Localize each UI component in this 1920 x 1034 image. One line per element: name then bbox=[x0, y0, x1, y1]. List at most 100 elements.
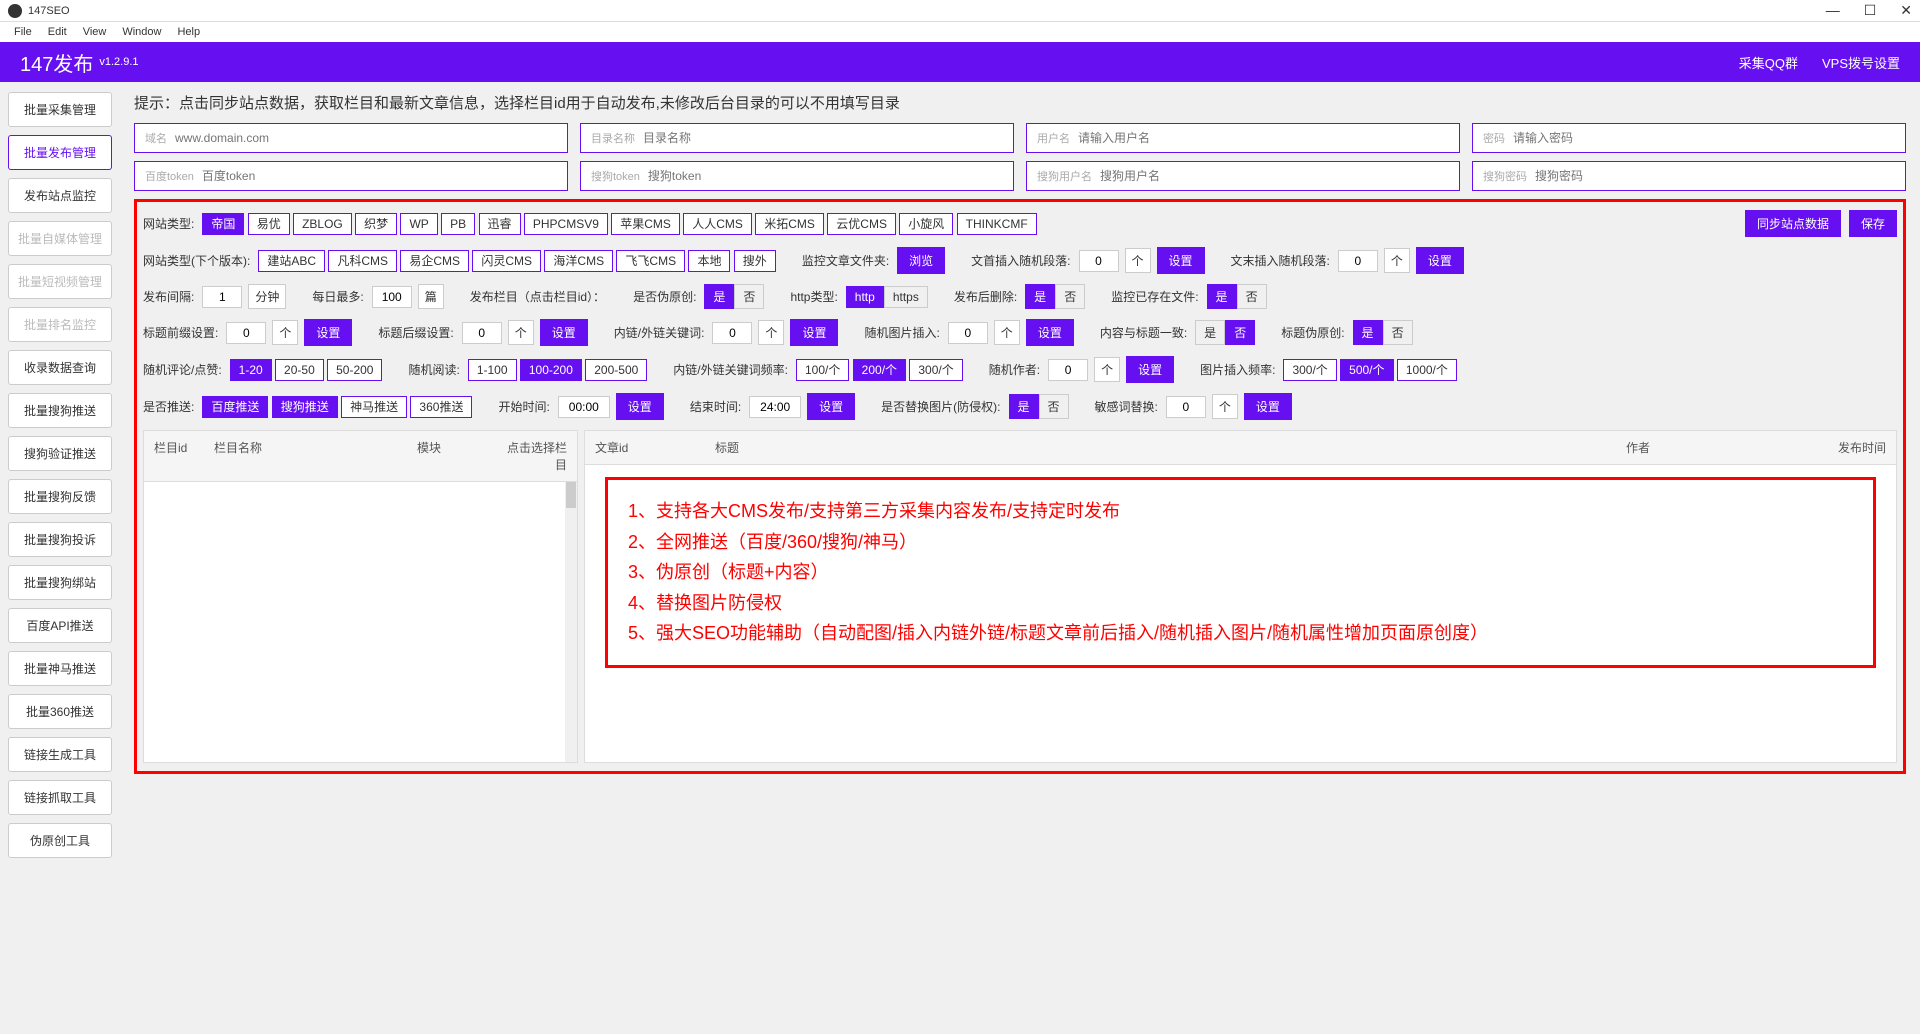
tag-云优CMS[interactable]: 云优CMS bbox=[827, 213, 896, 235]
tag-1-20[interactable]: 1-20 bbox=[230, 359, 272, 381]
tag-500/个[interactable]: 500/个 bbox=[1340, 359, 1393, 381]
header-link-vps[interactable]: VPS拨号设置 bbox=[1822, 53, 1900, 72]
tag-WP[interactable]: WP bbox=[400, 213, 437, 235]
sidebar-item-1[interactable]: 批量发布管理 bbox=[8, 135, 112, 170]
end-time-set[interactable]: 设置 bbox=[807, 393, 855, 420]
input-field-搜狗token[interactable] bbox=[648, 169, 1003, 183]
minimize-icon[interactable]: — bbox=[1826, 2, 1840, 19]
tag-苹果CMS[interactable]: 苹果CMS bbox=[611, 213, 680, 235]
input-field-用户名[interactable] bbox=[1078, 131, 1449, 145]
tag-迅睿[interactable]: 迅睿 bbox=[479, 213, 521, 235]
close-icon[interactable]: ✕ bbox=[1900, 2, 1912, 19]
start-time-input[interactable] bbox=[558, 396, 610, 418]
scrollbar[interactable] bbox=[565, 482, 577, 762]
menu-edit[interactable]: Edit bbox=[42, 24, 73, 40]
tag-人人CMS[interactable]: 人人CMS bbox=[683, 213, 752, 235]
link-kw-input[interactable] bbox=[712, 322, 752, 344]
http-toggle[interactable]: httphttps bbox=[846, 286, 928, 308]
sensitive-set[interactable]: 设置 bbox=[1244, 393, 1292, 420]
sidebar-item-6[interactable]: 收录数据查询 bbox=[8, 350, 112, 385]
insert-tail-input[interactable] bbox=[1338, 250, 1378, 272]
header-link-qq[interactable]: 采集QQ群 bbox=[1739, 53, 1798, 72]
daily-max-input[interactable] bbox=[372, 286, 412, 308]
tag-本地[interactable]: 本地 bbox=[688, 250, 730, 272]
menu-window[interactable]: Window bbox=[116, 24, 167, 40]
tag-50-200[interactable]: 50-200 bbox=[327, 359, 382, 381]
monitor-exist-toggle[interactable]: 是否 bbox=[1207, 284, 1267, 309]
input-field-搜狗用户名[interactable] bbox=[1100, 169, 1449, 183]
tag-搜外[interactable]: 搜外 bbox=[734, 250, 776, 272]
rand-author-input[interactable] bbox=[1048, 359, 1088, 381]
title-pseudo-toggle[interactable]: 是否 bbox=[1353, 320, 1413, 345]
push-tag-360推送[interactable]: 360推送 bbox=[410, 396, 472, 418]
tag-300/个[interactable]: 300/个 bbox=[909, 359, 962, 381]
title-suffix-set[interactable]: 设置 bbox=[540, 319, 588, 346]
tag-THINKCMF[interactable]: THINKCMF bbox=[957, 213, 1037, 235]
input-field-域名[interactable] bbox=[175, 131, 557, 145]
title-prefix-set[interactable]: 设置 bbox=[304, 319, 352, 346]
sidebar-item-2[interactable]: 发布站点监控 bbox=[8, 178, 112, 213]
tag-易优[interactable]: 易优 bbox=[248, 213, 290, 235]
insert-head-input[interactable] bbox=[1079, 250, 1119, 272]
tag-200/个[interactable]: 200/个 bbox=[853, 359, 906, 381]
menu-help[interactable]: Help bbox=[171, 24, 206, 40]
tag-凡科CMS[interactable]: 凡科CMS bbox=[328, 250, 397, 272]
start-time-set[interactable]: 设置 bbox=[616, 393, 664, 420]
browse-button[interactable]: 浏览 bbox=[897, 247, 945, 274]
tag-米拓CMS[interactable]: 米拓CMS bbox=[755, 213, 824, 235]
sidebar-item-10[interactable]: 批量搜狗投诉 bbox=[8, 522, 112, 557]
tag-PB[interactable]: PB bbox=[441, 213, 475, 235]
rand-img-set[interactable]: 设置 bbox=[1026, 319, 1074, 346]
link-kw-set[interactable]: 设置 bbox=[790, 319, 838, 346]
sidebar-item-14[interactable]: 批量360推送 bbox=[8, 694, 112, 729]
pseudo-toggle[interactable]: 是否 bbox=[704, 284, 764, 309]
tag-海洋CMS[interactable]: 海洋CMS bbox=[544, 250, 613, 272]
rand-img-input[interactable] bbox=[948, 322, 988, 344]
tag-帝国[interactable]: 帝国 bbox=[202, 213, 244, 235]
tag-建站ABC[interactable]: 建站ABC bbox=[258, 250, 325, 272]
title-prefix-input[interactable] bbox=[226, 322, 266, 344]
push-tag-搜狗推送[interactable]: 搜狗推送 bbox=[272, 396, 338, 418]
sidebar-item-12[interactable]: 百度API推送 bbox=[8, 608, 112, 643]
tag-100-200[interactable]: 100-200 bbox=[520, 359, 582, 381]
push-tag-百度推送[interactable]: 百度推送 bbox=[202, 396, 268, 418]
tag-100/个[interactable]: 100/个 bbox=[796, 359, 849, 381]
content-title-toggle[interactable]: 是否 bbox=[1195, 320, 1255, 345]
tag-300/个[interactable]: 300/个 bbox=[1283, 359, 1336, 381]
menu-file[interactable]: File bbox=[8, 24, 38, 40]
column-table-body[interactable] bbox=[144, 482, 577, 762]
menu-view[interactable]: View bbox=[77, 24, 113, 40]
tag-易企CMS[interactable]: 易企CMS bbox=[400, 250, 469, 272]
tag-200-500[interactable]: 200-500 bbox=[585, 359, 647, 381]
sidebar-item-17[interactable]: 伪原创工具 bbox=[8, 823, 112, 858]
title-suffix-input[interactable] bbox=[462, 322, 502, 344]
tag-小旋风[interactable]: 小旋风 bbox=[899, 213, 953, 235]
tag-1-100[interactable]: 1-100 bbox=[468, 359, 517, 381]
input-field-百度token[interactable] bbox=[202, 169, 557, 183]
end-time-input[interactable] bbox=[749, 396, 801, 418]
sidebar-item-15[interactable]: 链接生成工具 bbox=[8, 737, 112, 772]
tag-20-50[interactable]: 20-50 bbox=[275, 359, 324, 381]
sidebar-item-9[interactable]: 批量搜狗反馈 bbox=[8, 479, 112, 514]
article-table-body[interactable]: 1、支持各大CMS发布/支持第三方采集内容发布/支持定时发布 2、全网推送（百度… bbox=[585, 465, 1896, 745]
rand-author-set[interactable]: 设置 bbox=[1126, 356, 1174, 383]
input-field-目录名称[interactable] bbox=[643, 131, 1003, 145]
maximize-icon[interactable]: ☐ bbox=[1864, 2, 1877, 19]
insert-head-set[interactable]: 设置 bbox=[1157, 247, 1205, 274]
tag-PHPCMSV9[interactable]: PHPCMSV9 bbox=[524, 213, 608, 235]
tag-1000/个[interactable]: 1000/个 bbox=[1397, 359, 1457, 381]
input-field-密码[interactable] bbox=[1513, 131, 1895, 145]
sidebar-item-7[interactable]: 批量搜狗推送 bbox=[8, 393, 112, 428]
sidebar-item-0[interactable]: 批量采集管理 bbox=[8, 92, 112, 127]
input-field-搜狗密码[interactable] bbox=[1535, 169, 1895, 183]
tag-闪灵CMS[interactable]: 闪灵CMS bbox=[472, 250, 541, 272]
replace-img-toggle[interactable]: 是否 bbox=[1009, 394, 1069, 419]
sidebar-item-11[interactable]: 批量搜狗绑站 bbox=[8, 565, 112, 600]
tag-织梦[interactable]: 织梦 bbox=[355, 213, 397, 235]
insert-tail-set[interactable]: 设置 bbox=[1416, 247, 1464, 274]
tag-飞飞CMS[interactable]: 飞飞CMS bbox=[616, 250, 685, 272]
push-tag-神马推送[interactable]: 神马推送 bbox=[341, 396, 407, 418]
sidebar-item-8[interactable]: 搜狗验证推送 bbox=[8, 436, 112, 471]
sensitive-input[interactable] bbox=[1166, 396, 1206, 418]
interval-input[interactable] bbox=[202, 286, 242, 308]
